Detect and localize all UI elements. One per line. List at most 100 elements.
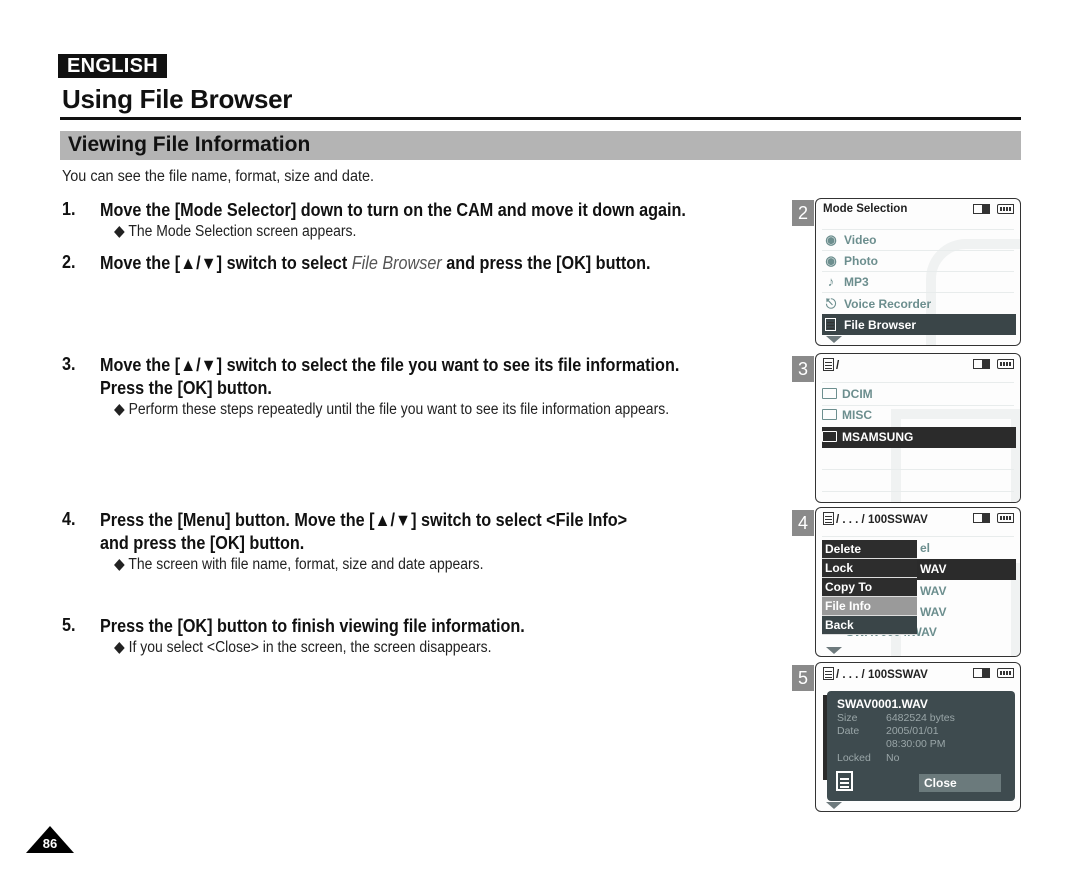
step-number: 4.: [62, 509, 76, 529]
microphone-icon: ⎋: [825, 296, 837, 311]
date-label: Date: [837, 725, 860, 737]
memory-icon: [973, 204, 990, 214]
folder-icon: [822, 388, 837, 399]
screenshot-number-3: 3: [792, 356, 814, 382]
screen-path: / . . . / 100SSWAV: [823, 512, 928, 526]
folder-item-dcim[interactable]: DCIM: [822, 384, 1016, 405]
screen-file-menu: / . . . / 100SSWAV el WAV WAV WAV SWAV00…: [815, 507, 1021, 657]
step-instruction: Move the [▲/▼] switch to select File Bro…: [100, 252, 651, 275]
video-camera-icon: ◉: [825, 232, 837, 247]
file-browser-icon: [823, 358, 834, 371]
battery-icon: [997, 359, 1014, 369]
step-text-pre: Move the [▲/▼] switch to select: [100, 253, 352, 273]
memory-icon: [973, 513, 990, 523]
camera-icon: ◉: [825, 253, 837, 268]
menu-item-mp3[interactable]: ♪ MP3: [822, 271, 1016, 292]
menu-item-label: Video: [844, 233, 877, 247]
step-number: 5.: [62, 615, 76, 635]
page-title: Using File Browser: [62, 84, 293, 114]
screen-folder-list: / DCIM MISC MSAMSUNG: [815, 353, 1021, 503]
screen-header: Mode Selection: [816, 199, 1020, 221]
context-menu: Delete Lock Copy To File Info Back: [822, 540, 917, 635]
menu-item-label: File Browser: [844, 318, 917, 332]
file-date-row: Date 2005/01/01: [837, 725, 939, 737]
screen-title: Mode Selection: [823, 203, 908, 215]
page-number: 86: [42, 836, 58, 851]
screen-mode-selection: Mode Selection ◉ Video ◉ Photo ♪ MP3 ⎋ Voice…: [815, 198, 1021, 346]
step-number: 1.: [62, 199, 76, 219]
folder-name: MISC: [842, 408, 872, 422]
step-instruction: Press the [OK] button to finish viewing …: [100, 616, 525, 636]
row-divider: [822, 536, 1014, 537]
screen-path: /: [823, 358, 839, 372]
screenshot-number-4: 4: [792, 510, 814, 536]
memory-icon: [973, 359, 990, 369]
screenshot-number-2: 2: [792, 200, 814, 226]
screen-file-info: / . . . / 100SSWAV SWAV0001.WAV Size 6482…: [815, 662, 1021, 812]
step-instruction-line-2: Press the [OK] button.: [100, 378, 272, 398]
step-text-post: and press the [OK] button.: [441, 253, 651, 273]
menu-option-lock[interactable]: Lock: [822, 559, 917, 578]
memory-icon: [973, 668, 990, 678]
close-button[interactable]: Close: [919, 774, 1001, 792]
scroll-down-arrow-icon: [826, 647, 842, 654]
screen-header: /: [816, 354, 1020, 376]
file-info-dialog: SWAV0001.WAV Size 6482524 bytes Date 2005/…: [827, 691, 1015, 801]
file-name: SWAV0001.WAV: [837, 697, 928, 711]
locked-value: No: [886, 752, 900, 764]
menu-option-copy-to[interactable]: Copy To: [822, 578, 917, 597]
menu-item-photo[interactable]: ◉ Photo: [822, 250, 1016, 271]
folder-name: DCIM: [842, 387, 873, 401]
row-divider: [822, 469, 1014, 470]
folder-item-misc[interactable]: MISC: [822, 405, 1016, 426]
menu-item-file-browser[interactable]: File Browser: [822, 314, 1016, 335]
menu-item-label: MP3: [844, 275, 869, 289]
step-number: 3.: [62, 354, 76, 374]
menu-item-label: Voice Recorder: [844, 297, 932, 311]
section-header: Viewing File Information: [60, 131, 1021, 160]
step-note: ◆ The Mode Selection screen appears.: [114, 223, 357, 240]
step-note: ◆ Perform these steps repeatedly until t…: [114, 401, 670, 418]
row-divider: [822, 491, 1014, 492]
menu-option-file-info[interactable]: File Info: [822, 597, 917, 616]
menu-item-label: Photo: [844, 254, 878, 268]
path-text: / . . . / 100SSWAV: [836, 514, 928, 526]
menu-item-video[interactable]: ◉ Video: [822, 229, 1016, 250]
file-locked-row: Locked No: [837, 752, 899, 764]
step-number: 2.: [62, 252, 76, 272]
size-label: Size: [837, 712, 858, 724]
size-value: 6482524 bytes: [886, 712, 955, 724]
menu-item-voice-recorder[interactable]: ⎋ Voice Recorder: [822, 293, 1016, 314]
battery-icon: [997, 668, 1014, 678]
battery-icon: [997, 204, 1014, 214]
row-divider: [822, 382, 1014, 383]
file-time-row: 08:30:00 PM: [837, 738, 946, 750]
title-divider: [60, 117, 1021, 120]
step-instruction: Move the [Mode Selector] down to turn on…: [100, 200, 686, 220]
folder-item-msamsung[interactable]: MSAMSUNG: [822, 427, 1016, 448]
step-instruction-line-2: and press the [OK] button.: [100, 533, 305, 553]
screen-path: / . . . / 100SSWAV: [823, 667, 928, 681]
menu-option-delete[interactable]: Delete: [822, 540, 917, 559]
file-browser-icon: [823, 512, 834, 525]
step-instruction-line-1: Move the [▲/▼] switch to select the file…: [100, 355, 680, 375]
section-title: Viewing File Information: [68, 133, 311, 156]
battery-icon: [997, 513, 1014, 523]
date-value: 2005/01/01: [886, 725, 939, 737]
file-size-row: Size 6482524 bytes: [837, 712, 955, 724]
scroll-down-arrow-icon: [826, 336, 842, 343]
step-instruction-line-1: Press the [Menu] button. Move the [▲/▼] …: [100, 510, 628, 530]
intro-text: You can see the file name, format, size …: [62, 168, 374, 185]
scroll-down-arrow-icon: [826, 802, 842, 809]
path-text: / . . . / 100SSWAV: [836, 669, 928, 681]
folder-name: MSAMSUNG: [842, 430, 914, 444]
locked-label: Locked: [837, 752, 871, 764]
path-text: /: [836, 360, 840, 372]
screen-header: / . . . / 100SSWAV: [816, 508, 1020, 530]
document-icon: [836, 771, 853, 791]
screen-header: / . . . / 100SSWAV: [816, 663, 1020, 685]
file-browser-icon: [823, 667, 834, 680]
screenshot-number-5: 5: [792, 665, 814, 691]
file-browser-icon: [822, 314, 840, 335]
menu-option-back[interactable]: Back: [822, 616, 917, 635]
